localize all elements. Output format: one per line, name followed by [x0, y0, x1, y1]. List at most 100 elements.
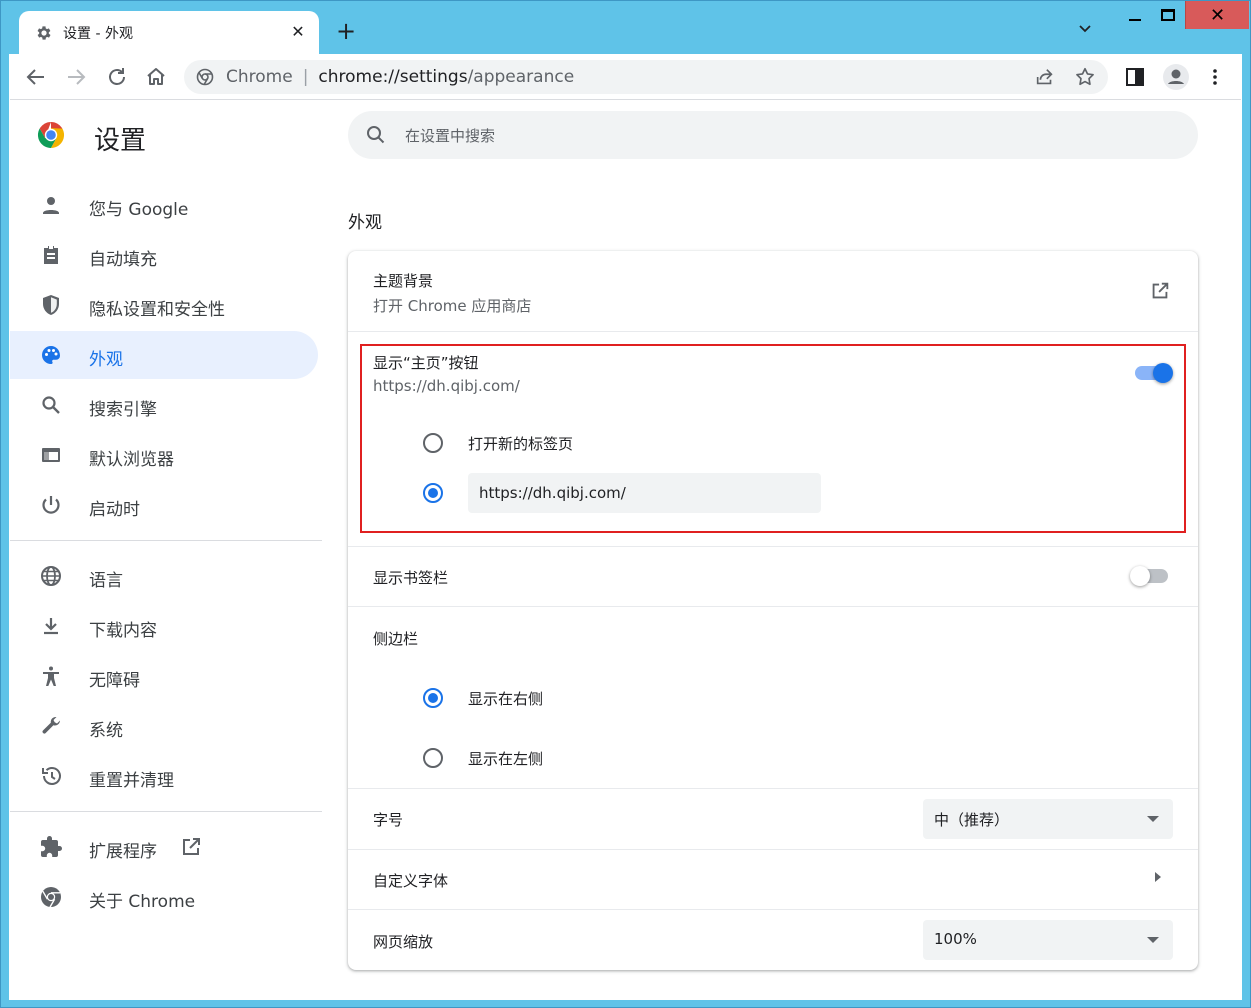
- back-arrow-icon[interactable]: [24, 65, 48, 89]
- radio-side-panel-left-label: 显示在左侧: [468, 750, 544, 768]
- dropdown-arrow-icon: [1147, 816, 1159, 822]
- sidebar-item-accessibility[interactable]: 无障碍: [10, 652, 318, 700]
- open-in-new-icon[interactable]: [1149, 280, 1171, 302]
- sidebar-divider: [10, 540, 322, 541]
- bookmarks-bar-label: 显示书签栏: [373, 569, 449, 587]
- chevron-right-icon: [1155, 872, 1161, 882]
- font-size-select[interactable]: 中（推荐）: [923, 799, 1173, 839]
- custom-fonts-label: 自定义字体: [373, 872, 449, 890]
- globe-icon: [39, 564, 63, 588]
- sidebar-item-autofill[interactable]: 自动填充: [10, 231, 318, 279]
- sidebar-item-on-startup[interactable]: 启动时: [10, 481, 318, 529]
- search-icon: [39, 393, 63, 417]
- chevron-down-icon[interactable]: [1078, 22, 1096, 40]
- row-divider: [348, 606, 1198, 607]
- sidebar-item-label: 默认浏览器: [89, 450, 174, 470]
- home-button-toggle[interactable]: [1133, 363, 1173, 383]
- home-button-sublabel: https://dh.qibj.com/: [373, 377, 520, 395]
- theme-label: 主题背景: [373, 272, 434, 290]
- browser-window-icon: [39, 443, 63, 467]
- sidebar-item-label: 自动填充: [89, 250, 157, 270]
- side-panel-icon[interactable]: [1123, 65, 1147, 89]
- chrome-site-icon[interactable]: [196, 68, 214, 86]
- forward-arrow-icon[interactable]: [64, 65, 88, 89]
- toolbar: Chrome | chrome://settings/appearance: [10, 54, 1241, 100]
- sidebar-item-languages[interactable]: 语言: [10, 552, 318, 600]
- settings-search-input[interactable]: 在设置中搜索: [348, 111, 1198, 159]
- sidebar-item-appearance[interactable]: 外观: [10, 331, 318, 379]
- sidebar-item-label: 无障碍: [89, 671, 140, 691]
- sidebar-item-you-and-google[interactable]: 您与 Google: [10, 181, 318, 229]
- home-url-input[interactable]: https://dh.qibj.com/: [468, 473, 821, 513]
- sidebar-item-label: 重置并清理: [89, 771, 174, 791]
- page-zoom-select[interactable]: 100%: [923, 920, 1173, 960]
- wrench-icon: [39, 714, 63, 738]
- sidebar-divider: [10, 811, 322, 812]
- chrome-logo-icon: [37, 121, 65, 149]
- bookmark-star-icon[interactable]: [1074, 66, 1098, 90]
- page-title: 设置: [94, 126, 147, 156]
- home-button-label: 显示“主页”按钮: [373, 354, 479, 372]
- sidebar-item-default-browser[interactable]: 默认浏览器: [10, 431, 318, 479]
- side-panel-label: 侧边栏: [373, 630, 419, 648]
- sidebar-item-label: 您与 Google: [89, 200, 189, 220]
- sidebar-item-search-engine[interactable]: 搜索引擎: [10, 381, 318, 429]
- palette-icon: [39, 343, 63, 367]
- radio-side-panel-right[interactable]: [423, 688, 443, 708]
- sidebar-item-privacy[interactable]: 隐私设置和安全性: [10, 281, 318, 329]
- search-icon: [366, 125, 386, 145]
- sidebar-item-label: 关于 Chrome: [89, 892, 196, 912]
- theme-sublabel: 打开 Chrome 应用商店: [373, 297, 532, 315]
- shield-icon: [39, 293, 63, 317]
- sidebar-item-label: 下载内容: [89, 621, 157, 641]
- custom-fonts-row[interactable]: 自定义字体: [348, 850, 1198, 909]
- address-bar[interactable]: Chrome | chrome://settings/appearance: [184, 60, 1108, 94]
- download-icon: [39, 614, 63, 638]
- maximize-button[interactable]: [1150, 1, 1186, 29]
- radio-new-tab-label: 打开新的标签页: [468, 435, 574, 453]
- minimize-button[interactable]: [1117, 1, 1153, 29]
- bookmarks-bar-toggle[interactable]: [1130, 566, 1170, 586]
- window-close-button[interactable]: ✕: [1185, 1, 1249, 29]
- appearance-card: 主题背景 打开 Chrome 应用商店 显示“主页”按钮 https://dh.…: [348, 251, 1198, 970]
- sidebar-item-system[interactable]: 系统: [10, 702, 318, 750]
- radio-custom-url[interactable]: [423, 483, 443, 503]
- section-title: 外观: [348, 213, 382, 233]
- radio-side-panel-left[interactable]: [423, 748, 443, 768]
- clipboard-icon: [39, 243, 63, 267]
- sidebar-item-downloads[interactable]: 下载内容: [10, 602, 318, 650]
- new-tab-button[interactable]: +: [334, 19, 358, 43]
- url-host: chrome://settings: [318, 67, 468, 87]
- font-size-label: 字号: [373, 811, 404, 829]
- tab-settings-appearance[interactable]: 设置 - 外观 ✕: [19, 11, 319, 54]
- tab-title: 设置 - 外观: [63, 25, 133, 42]
- sidebar-item-label: 外观: [89, 350, 123, 370]
- profile-avatar-icon[interactable]: [1162, 63, 1190, 91]
- theme-row[interactable]: 主题背景 打开 Chrome 应用商店: [348, 251, 1198, 331]
- share-icon[interactable]: [1034, 66, 1058, 90]
- home-icon[interactable]: [144, 65, 168, 89]
- font-size-value: 中（推荐）: [934, 811, 1010, 829]
- accessibility-icon: [39, 664, 63, 688]
- dropdown-arrow-icon: [1147, 937, 1159, 943]
- page-zoom-label: 网页缩放: [373, 933, 434, 951]
- close-icon[interactable]: ✕: [289, 23, 307, 41]
- sidebar-item-about-chrome[interactable]: 关于 Chrome: [10, 873, 318, 921]
- open-in-new-icon: [179, 835, 203, 859]
- more-vert-icon[interactable]: [1203, 65, 1227, 89]
- sidebar-item-reset[interactable]: 重置并清理: [10, 752, 318, 800]
- sidebar-item-label: 搜索引擎: [89, 400, 157, 420]
- reload-icon[interactable]: [105, 65, 129, 89]
- puzzle-icon: [39, 835, 63, 859]
- sidebar-item-label: 系统: [89, 721, 123, 741]
- sidebar-item-label: 语言: [89, 571, 123, 591]
- page-zoom-value: 100%: [934, 930, 977, 948]
- gear-icon: [35, 24, 53, 42]
- person-icon: [39, 193, 63, 217]
- radio-new-tab[interactable]: [423, 433, 443, 453]
- power-icon: [39, 493, 63, 517]
- sidebar-item-label: 隐私设置和安全性: [89, 300, 225, 320]
- sidebar-item-extensions[interactable]: 扩展程序: [10, 823, 318, 871]
- sidebar-item-label: 扩展程序: [89, 842, 157, 862]
- bookmarks-bar-row[interactable]: 显示书签栏: [348, 547, 1198, 606]
